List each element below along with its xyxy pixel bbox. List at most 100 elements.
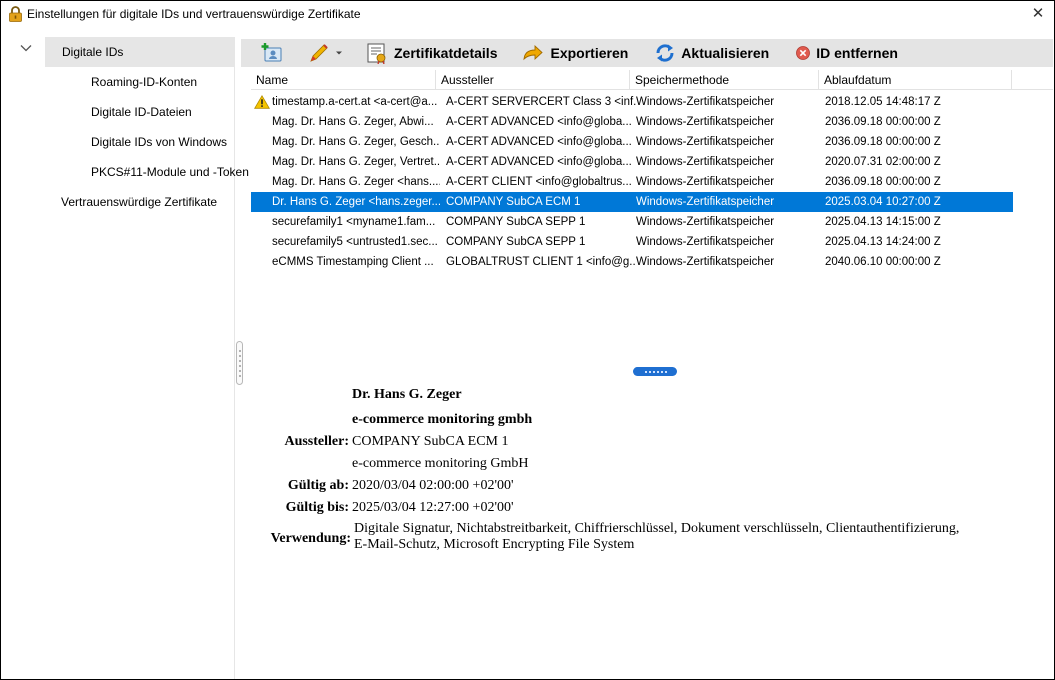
toolbar: Zertifikatdetails Exportieren Aktualisie… [241,39,1053,67]
sidebar-item-vertrauenswuerdige-zertifikate[interactable]: Vertrauenswürdige Zertifikate [61,187,217,217]
cell-name: securefamily5 <untrusted1.sec... [272,236,438,248]
refresh-icon [654,42,676,64]
sidebar-item-pkcs11[interactable]: PKCS#11-Module und -Token [91,157,249,187]
table-row[interactable]: eCMMS Timestamping Client ... GLOBALTRUS… [251,252,1013,272]
export-button[interactable]: Exportieren [517,40,632,66]
cell-expiry: 2018.12.05 14:48:17 Z [825,96,941,108]
cell-expiry: 2036.09.18 00:00:00 Z [825,116,941,128]
cell-issuer: A-CERT SERVERCERT Class 3 <inf... [446,96,636,108]
table-row[interactable]: Mag. Dr. Hans G. Zeger, Vertret... A-CER… [251,152,1013,172]
table-row-selected[interactable]: Dr. Hans G. Zeger <hans.zeger.... COMPAN… [251,192,1013,212]
sidebar-item-label: Digitale IDs [62,45,124,59]
table-row[interactable]: securefamily1 <myname1.fam... COMPANY Su… [251,212,1013,232]
cell-name: Mag. Dr. Hans G. Zeger, Vertret... [272,156,440,168]
cell-name: eCMMS Timestamping Client ... [272,256,434,268]
issuer-label: Aussteller: [284,434,349,449]
cell-expiry: 2025.04.13 14:15:00 Z [825,216,941,228]
table-row[interactable]: Mag. Dr. Hans G. Zeger <hans.... A-CERT … [251,172,1013,192]
sidebar-item-label: Roaming-ID-Konten [91,75,198,89]
cell-name: Mag. Dr. Hans G. Zeger <hans.... [272,176,440,188]
cell-name: securefamily1 <myname1.fam... [272,216,436,228]
pen-icon [307,42,331,64]
valid-from-label: Gültig ab: [287,478,349,493]
lock-icon [5,1,25,27]
chevron-down-icon [335,49,343,57]
cell-name: Mag. Dr. Hans G. Zeger, Abwi... [272,116,434,128]
cell-expiry: 2040.06.10 00:00:00 Z [825,256,941,268]
table-row[interactable]: Mag. Dr. Hans G. Zeger, Gesch... A-CERT … [251,132,1013,152]
cell-expiry: 2036.09.18 00:00:00 Z [825,136,941,148]
cell-issuer: A-CERT ADVANCED <info@globa... [446,156,632,168]
table-row[interactable]: timestamp.a-cert.at <a-cert@a... A-CERT … [251,92,1013,112]
refresh-button[interactable]: Aktualisieren [650,40,773,66]
subject-organization: e-commerce monitoring gmbh [352,412,533,427]
sidebar-item-label: Digitale ID-Dateien [91,105,192,119]
column-header-speichermethode[interactable]: Speichermethode [630,70,819,90]
cell-storage: Windows-Zertifikatspeicher [636,156,775,168]
cell-issuer: A-CERT ADVANCED <info@globa... [446,136,632,148]
sidebar-item-digitale-id-dateien[interactable]: Digitale ID-Dateien [91,97,192,127]
export-label: Exportieren [550,45,629,61]
splitter-grip[interactable] [236,341,243,385]
cell-storage: Windows-Zertifikatspeicher [636,196,775,208]
issuer-organization: e-commerce monitoring GmbH [352,456,529,471]
usage-value-line2: E-Mail-Schutz, Microsoft Encrypting File… [354,537,635,552]
cell-storage: Windows-Zertifikatspeicher [636,176,775,188]
cell-expiry: 2025.03.04 10:27:00 Z [825,196,941,208]
window-title: Einstellungen für digitale IDs und vertr… [27,7,361,21]
export-arrow-icon [521,42,545,64]
warning-icon [254,95,270,109]
cell-storage: Windows-Zertifikatspeicher [636,116,775,128]
cell-issuer: A-CERT ADVANCED <info@globa... [446,116,632,128]
cell-issuer: COMPANY SubCA ECM 1 [446,196,581,208]
edit-button[interactable] [303,40,347,66]
cell-storage: Windows-Zertifikatspeicher [636,236,775,248]
issuer-name: COMPANY SubCA ECM 1 [352,434,509,449]
sidebar-item-digitale-ids-windows[interactable]: Digitale IDs von Windows [91,127,227,157]
chevron-down-icon[interactable] [19,41,33,55]
remove-id-label: ID entfernen [816,45,898,61]
vertical-splitter[interactable] [235,341,245,385]
sidebar-item-label: PKCS#11-Module und -Token [91,165,249,179]
title-bar: Einstellungen für digitale IDs und vertr… [1,1,1054,27]
certificate-details-label: Zertifikatdetails [394,45,498,61]
cell-issuer: COMPANY SubCA SEPP 1 [446,236,586,248]
sidebar-item-label: Digitale IDs von Windows [91,135,228,149]
sidebar-item-label: Vertrauenswürdige Zertifikate [61,195,218,209]
close-button[interactable]: ✕ [1028,4,1048,24]
table-row[interactable]: securefamily5 <untrusted1.sec... COMPANY… [251,232,1013,252]
sidebar-item-digitale-ids[interactable]: Digitale IDs [45,37,235,67]
cell-issuer: GLOBALTRUST CLIENT 1 <info@g... [446,256,636,268]
cell-name: Dr. Hans G. Zeger <hans.zeger.... [272,196,440,208]
add-id-icon [261,42,283,64]
cell-issuer: COMPANY SubCA SEPP 1 [446,216,586,228]
certificate-list-header: Name Aussteller Speichermethode Ablaufda… [251,70,1053,90]
cell-issuer: A-CERT CLIENT <info@globaltrus... [446,176,632,188]
refresh-label: Aktualisieren [681,45,770,61]
remove-icon [795,45,811,61]
sidebar-item-roaming-id-konten[interactable]: Roaming-ID-Konten [91,67,197,97]
certificate-details-button[interactable]: Zertifikatdetails [361,40,501,66]
subject-name: Dr. Hans G. Zeger [352,387,462,402]
cell-expiry: 2020.07.31 02:00:00 Z [825,156,941,168]
cell-expiry: 2025.04.13 14:24:00 Z [825,236,941,248]
horizontal-splitter[interactable] [633,367,677,376]
usage-label: Verwendung: [270,531,351,546]
cell-name: Mag. Dr. Hans G. Zeger, Gesch... [272,136,440,148]
add-id-button[interactable] [257,40,287,66]
column-header-aussteller[interactable]: Aussteller [436,70,630,90]
valid-from-value: 2020/03/04 02:00:00 +02'00' [352,478,514,493]
cell-expiry: 2036.09.18 00:00:00 Z [825,176,941,188]
table-row[interactable]: Mag. Dr. Hans G. Zeger, Abwi... A-CERT A… [251,112,1013,132]
cell-name: timestamp.a-cert.at <a-cert@a... [272,96,438,108]
column-header-name[interactable]: Name [251,70,436,90]
column-header-ablaufdatum[interactable]: Ablaufdatum [819,70,1012,90]
valid-to-label: Gültig bis: [285,500,349,515]
cell-storage: Windows-Zertifikatspeicher [636,96,775,108]
cell-storage: Windows-Zertifikatspeicher [636,256,775,268]
cell-storage: Windows-Zertifikatspeicher [636,136,775,148]
dialog-window: Einstellungen für digitale IDs und vertr… [0,0,1055,680]
valid-to-value: 2025/03/04 12:27:00 +02'00' [352,500,514,515]
cell-storage: Windows-Zertifikatspeicher [636,216,775,228]
remove-id-button[interactable]: ID entfernen [791,40,902,66]
